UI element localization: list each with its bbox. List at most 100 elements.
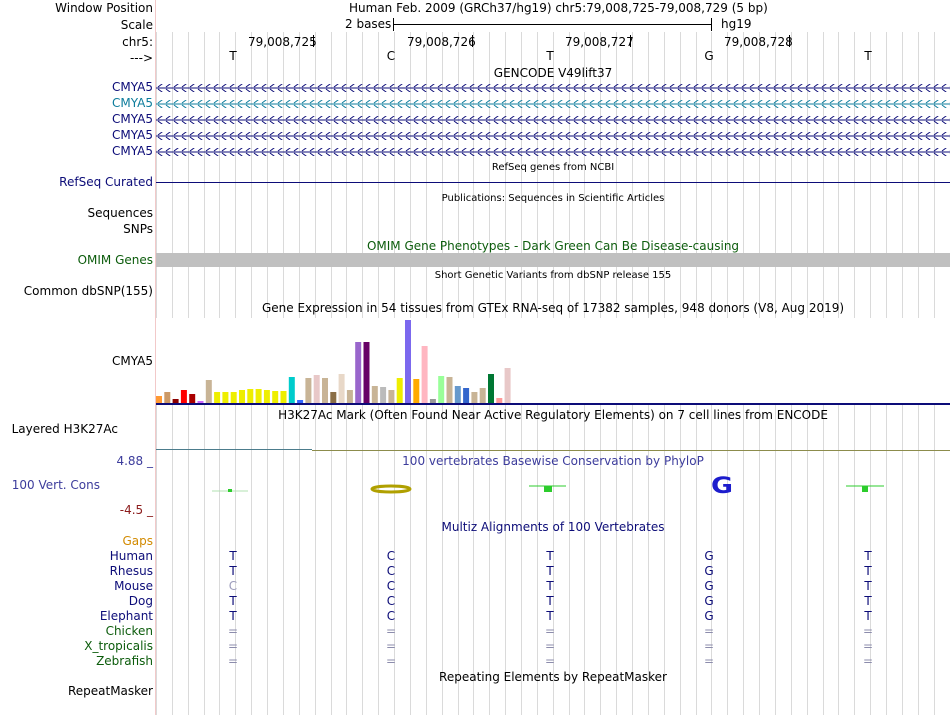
gtex-bar[interactable]	[421, 346, 428, 404]
gencode-gene-1-label[interactable]: CMYA5	[112, 80, 153, 94]
alignment-base: G	[704, 549, 714, 563]
scale-bar-right-tick	[711, 18, 712, 31]
gencode-gene-lines[interactable]	[156, 80, 950, 160]
gtex-bar[interactable]	[305, 378, 312, 404]
window-position-value: Human Feb. 2009 (GRCh37/hg19) chr5:79,00…	[349, 1, 768, 15]
gencode-gene-4-label[interactable]: CMYA5	[112, 128, 153, 142]
gtex-bar[interactable]	[405, 320, 411, 404]
omim-track-title[interactable]: OMIM Gene Phenotypes - Dark Green Can Be…	[156, 239, 950, 253]
phylop-bar-3	[544, 486, 552, 492]
species-label-mouse[interactable]: Mouse	[114, 579, 153, 593]
base-3: T	[546, 49, 554, 63]
gaps-label: Gaps	[122, 534, 153, 548]
gtex-bar[interactable]	[263, 390, 270, 404]
gtex-bar[interactable]	[288, 377, 295, 404]
refseq-gene-line[interactable]	[156, 182, 950, 183]
species-label-zebrafish[interactable]: Zebrafish	[96, 654, 153, 668]
gencode-track-title[interactable]: GENCODE V49lift37	[156, 66, 950, 80]
alignment-base: =	[703, 624, 715, 638]
alignment-base: C	[386, 579, 396, 593]
gencode-gene-2-label[interactable]: CMYA5	[112, 96, 153, 110]
gtex-bar[interactable]	[363, 342, 370, 404]
publications-track-title[interactable]: Publications: Sequences in Scientific Ar…	[156, 193, 950, 204]
scale-bar-left-tick	[393, 18, 394, 31]
gtex-bar[interactable]	[446, 377, 453, 404]
alignment-base: T	[864, 594, 872, 608]
alignment-base: =	[544, 639, 556, 653]
base-4: G	[704, 49, 714, 63]
omim-gene-bar[interactable]	[156, 253, 950, 267]
gtex-bar[interactable]	[413, 379, 420, 404]
gtex-bar[interactable]	[346, 390, 353, 404]
phylop-bar-1	[228, 489, 232, 492]
gtex-bar[interactable]	[463, 388, 470, 404]
gtex-bar[interactable]	[454, 386, 461, 404]
gtex-bar[interactable]	[255, 389, 262, 404]
species-label-elephant[interactable]: Elephant	[100, 609, 153, 623]
gtex-bar[interactable]	[355, 342, 362, 404]
gtex-bar[interactable]	[504, 368, 511, 404]
gtex-track-label[interactable]: CMYA5	[112, 354, 153, 368]
alignment-base: =	[385, 624, 397, 638]
alignment-base: =	[227, 654, 239, 668]
species-label-x_tropicalis[interactable]: X_tropicalis	[84, 639, 153, 653]
repeatmasker-track-label[interactable]: RepeatMasker	[68, 684, 153, 698]
gtex-bar[interactable]	[380, 387, 387, 404]
gencode-transcript-3	[156, 116, 950, 124]
position-4-tick	[789, 35, 790, 47]
phylop-track-title[interactable]: 100 vertebrates Basewise Conservation by…	[156, 454, 950, 468]
phylop-track-label[interactable]: 100 Vert. Cons	[12, 478, 100, 492]
refseq-track-title[interactable]: RefSeq genes from NCBI	[156, 162, 950, 173]
species-label-dog[interactable]: Dog	[129, 594, 153, 608]
sequences-label[interactable]: Sequences	[88, 206, 153, 220]
species-label-rhesus[interactable]: Rhesus	[110, 564, 153, 578]
gtex-bar[interactable]	[371, 386, 378, 404]
omim-track-label[interactable]: OMIM Genes	[78, 253, 153, 267]
gtex-bar[interactable]	[239, 390, 245, 404]
alignment-base: T	[229, 549, 237, 563]
alignment-base: T	[546, 549, 554, 563]
multiz-track-title[interactable]: Multiz Alignments of 100 Vertebrates	[156, 520, 950, 534]
gtex-bar[interactable]	[247, 389, 254, 404]
gtex-bar[interactable]	[479, 388, 486, 404]
gtex-bar[interactable]	[313, 375, 320, 404]
dbsnp-track-label[interactable]: Common dbSNP(155)	[24, 284, 153, 298]
dbsnp-track-title[interactable]: Short Genetic Variants from dbSNP releas…	[156, 270, 950, 281]
gtex-bar[interactable]	[488, 374, 494, 404]
alignment-base: G	[704, 609, 714, 623]
gtex-track-title[interactable]: Gene Expression in 54 tissues from GTEx …	[156, 301, 950, 315]
gtex-bar[interactable]	[180, 390, 187, 404]
chrom-label: chr5:	[122, 35, 153, 49]
phylop-max-label: 4.88 _	[116, 454, 153, 468]
alignment-base: =	[385, 639, 397, 653]
snps-label[interactable]: SNPs	[123, 222, 153, 236]
alignment-base: C	[386, 564, 396, 578]
gtex-bar[interactable]	[396, 378, 403, 404]
gencode-gene-3-label[interactable]: CMYA5	[112, 112, 153, 126]
gtex-bar-chart[interactable]	[156, 318, 950, 404]
h3k27ac-signal-b	[312, 450, 950, 451]
h3k27ac-track-label[interactable]: Layered H3K27Ac	[12, 422, 118, 436]
scale-label: Scale	[120, 18, 153, 32]
position-2: 79,008,726	[407, 35, 476, 49]
position-1: 79,008,725	[248, 35, 317, 49]
species-label-human[interactable]: Human	[110, 549, 153, 563]
repeatmasker-track-title[interactable]: Repeating Elements by RepeatMasker	[156, 670, 950, 684]
gtex-bar[interactable]	[338, 374, 345, 404]
alignment-base: =	[703, 654, 715, 668]
scale-bar	[393, 24, 711, 25]
position-1-tick	[313, 35, 314, 47]
gencode-gene-5-label[interactable]: CMYA5	[112, 144, 153, 158]
gtex-bar[interactable]	[205, 380, 212, 404]
alignment-base: =	[703, 639, 715, 653]
h3k27ac-track-title[interactable]: H3K27Ac Mark (Often Found Near Active Re…	[156, 408, 950, 422]
gtex-bar[interactable]	[388, 390, 395, 404]
base-5: T	[864, 49, 872, 63]
alignment-base: T	[546, 579, 554, 593]
species-label-chicken[interactable]: Chicken	[106, 624, 153, 638]
alignment-base: C	[386, 609, 396, 623]
alignment-base: C	[228, 579, 238, 593]
refseq-track-label[interactable]: RefSeq Curated	[59, 175, 153, 189]
gtex-bar[interactable]	[322, 378, 328, 404]
gtex-bar[interactable]	[438, 376, 445, 404]
